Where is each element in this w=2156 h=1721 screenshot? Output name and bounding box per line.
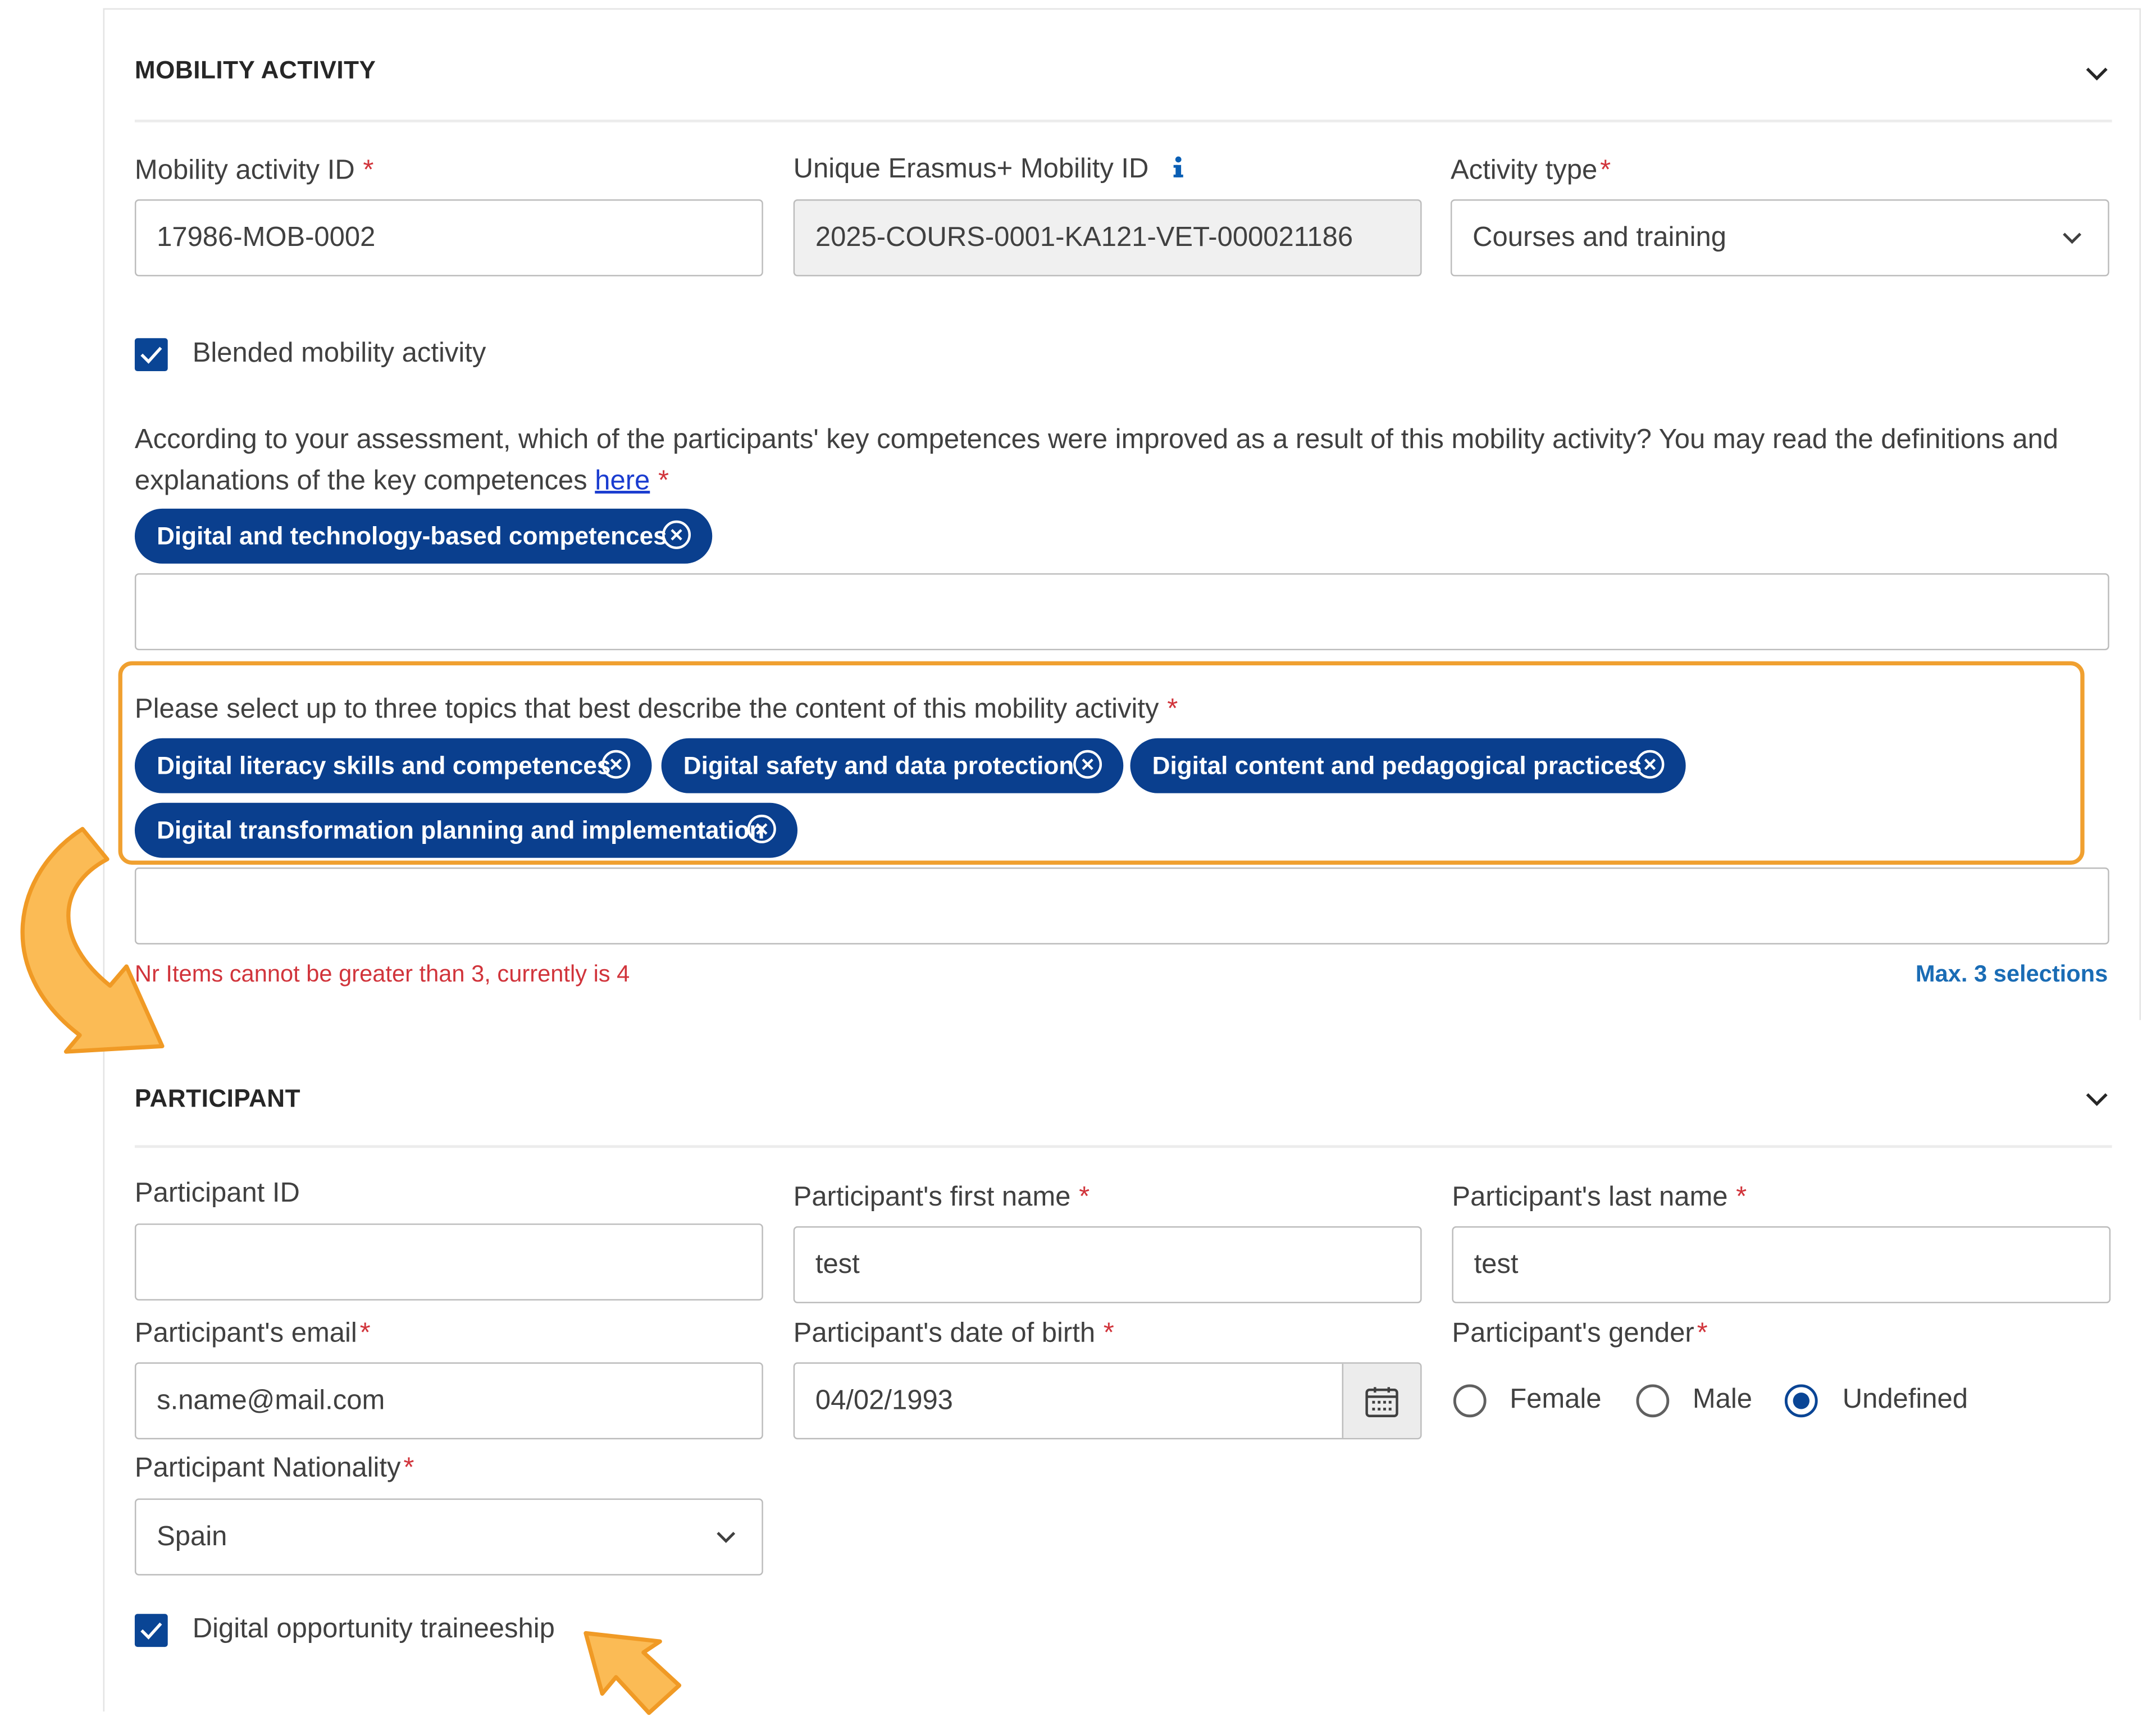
remove-chip-icon[interactable]: [662, 519, 692, 550]
required-marker: *: [1600, 155, 1611, 186]
nationality-label: Participant Nationality *: [134, 1453, 414, 1483]
remove-chip-icon[interactable]: [1073, 749, 1103, 779]
nationality-value: Spain: [157, 1522, 227, 1553]
chevron-down-icon[interactable]: [2085, 62, 2109, 86]
remove-chip-icon[interactable]: [746, 814, 777, 844]
unique-mobility-id-input: 2025-COURS-0001-KA121-VET-000021186: [793, 199, 1422, 277]
curved-arrow-icon: [20, 827, 165, 1054]
participant-id-label: Participant ID: [134, 1178, 300, 1209]
required-marker: *: [1167, 694, 1178, 725]
gender-female-radio[interactable]: [1453, 1384, 1487, 1418]
competences-definitions-link[interactable]: here: [595, 466, 650, 496]
required-marker: *: [1697, 1318, 1708, 1349]
remove-chip-icon[interactable]: [1635, 749, 1665, 779]
mobility-activity-id-input[interactable]: 17986-MOB-0002: [134, 199, 763, 277]
mobility-activity-header[interactable]: MOBILITY ACTIVITY: [134, 10, 2112, 122]
activity-type-value: Courses and training: [1473, 222, 1726, 253]
topic-chip[interactable]: Digital content and pedagogical practice…: [1130, 738, 1686, 793]
required-marker: *: [1736, 1182, 1747, 1213]
email-label: Participant's email *: [134, 1318, 371, 1349]
dob-value: 04/02/1993: [815, 1385, 953, 1416]
first-name-label: Participant's first name *: [793, 1182, 1090, 1213]
required-marker: *: [1079, 1182, 1090, 1213]
competence-chip[interactable]: Digital and technology-based competences: [134, 508, 713, 564]
chevron-down-icon: [717, 1532, 736, 1544]
competences-input[interactable]: [134, 573, 2109, 651]
checkmark-icon: [140, 1622, 162, 1640]
gender-female-label: Female: [1510, 1384, 1602, 1415]
chevron-down-icon: [2063, 232, 2082, 244]
calendar-icon: [1365, 1387, 1398, 1417]
topics-max-hint: Max. 3 selections: [1915, 961, 2108, 987]
mobility-activity-id-label: Mobility activity ID *: [134, 155, 374, 186]
dob-label: Participant's date of birth *: [793, 1318, 1114, 1349]
date-picker-button[interactable]: [1342, 1363, 1421, 1438]
traineeship-checkbox[interactable]: [134, 1614, 168, 1647]
gender-undefined-radio[interactable]: [1784, 1384, 1818, 1418]
topics-error-message: Nr Items cannot be greater than 3, curre…: [134, 961, 630, 987]
mobility-activity-title: MOBILITY ACTIVITY: [134, 56, 376, 84]
required-marker: *: [363, 155, 374, 186]
nationality-select[interactable]: Spain: [134, 1498, 763, 1576]
pointer-arrow-icon: [584, 1631, 682, 1715]
first-name-input[interactable]: test: [793, 1226, 1422, 1303]
required-marker: *: [658, 465, 669, 496]
topic-chip[interactable]: Digital transformation planning and impl…: [134, 802, 798, 858]
email-input[interactable]: s.name@mail.com: [134, 1362, 763, 1440]
required-marker: *: [1103, 1318, 1114, 1349]
dob-input[interactable]: 04/02/1993: [793, 1362, 1422, 1440]
traineeship-label: Digital opportunity traineeship: [192, 1614, 555, 1645]
activity-type-label: Activity type *: [1450, 155, 1611, 186]
topic-chip[interactable]: Digital safety and data protection: [661, 738, 1124, 793]
remove-chip-icon[interactable]: [601, 749, 631, 779]
last-name-input[interactable]: test: [1452, 1226, 2111, 1303]
chevron-down-icon[interactable]: [2085, 1088, 2109, 1112]
required-marker: *: [359, 1318, 371, 1349]
last-name-label: Participant's last name *: [1452, 1182, 1747, 1213]
participant-id-input[interactable]: [134, 1223, 763, 1301]
blended-mobility-checkbox[interactable]: [134, 338, 168, 372]
topics-question: Please select up to three topics that be…: [134, 694, 1178, 725]
topics-input[interactable]: [134, 867, 2109, 944]
blended-mobility-label: Blended mobility activity: [192, 338, 486, 369]
required-marker: *: [403, 1453, 414, 1483]
gender-undefined-label: Undefined: [1842, 1384, 1968, 1415]
checkmark-icon: [140, 346, 162, 364]
activity-type-select[interactable]: Courses and training: [1450, 199, 2109, 277]
info-icon[interactable]: [1170, 156, 1187, 180]
competences-question: According to your assessment, which of t…: [134, 424, 2059, 496]
gender-label: Participant's gender *: [1452, 1318, 1708, 1349]
topic-chip[interactable]: Digital literacy skills and competences: [134, 738, 652, 793]
unique-mobility-id-label: Unique Erasmus+ Mobility ID: [794, 154, 1187, 185]
gender-male-radio[interactable]: [1636, 1384, 1670, 1418]
participant-header[interactable]: PARTICIPANT: [134, 1024, 2112, 1148]
gender-male-label: Male: [1692, 1384, 1753, 1415]
